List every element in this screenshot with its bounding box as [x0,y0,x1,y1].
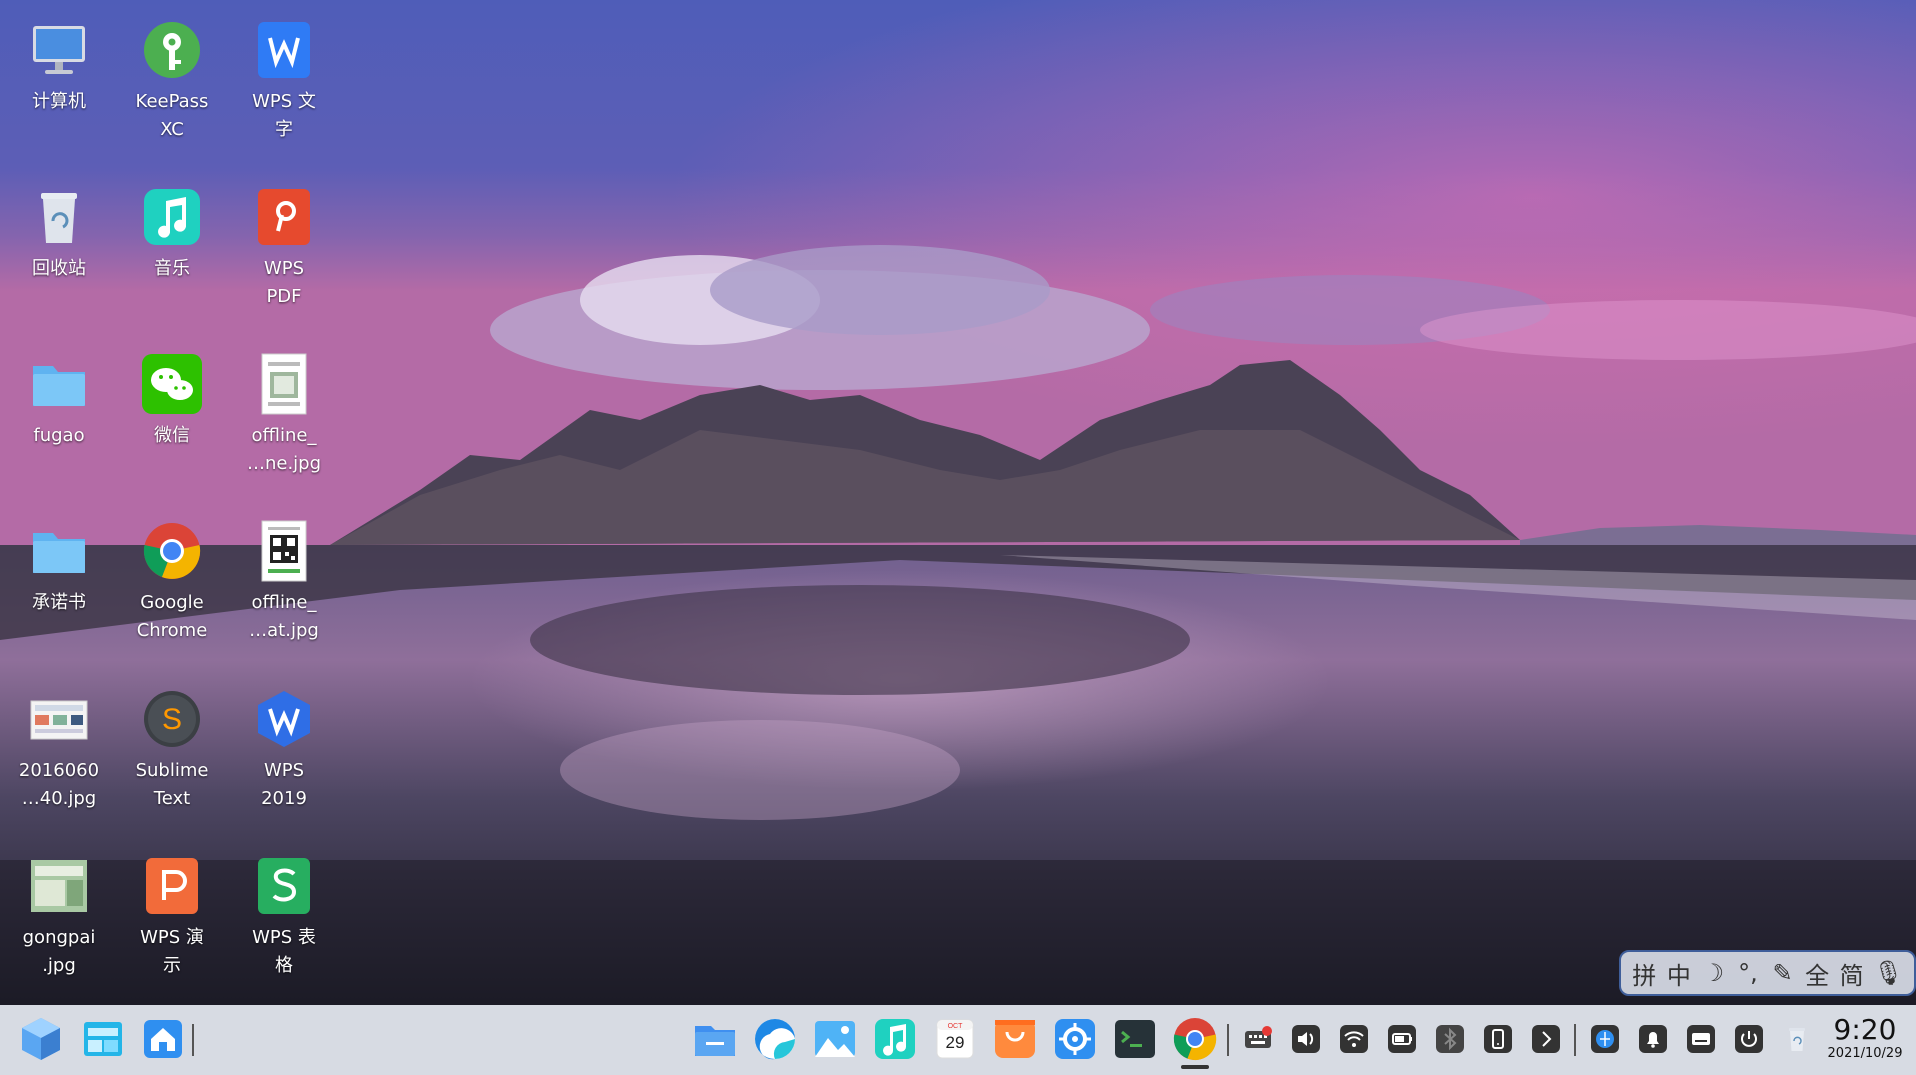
ime-handwriting-pen-icon[interactable]: ✎ [1770,959,1796,987]
desktop-icon-label: 计算机 [32,91,86,112]
desktop-icon-image-gongpai[interactable]: gongpai .jpg [3,854,115,980]
calendar-icon[interactable]: OCT 29 [930,1014,980,1064]
ime-punctuation-toggle[interactable]: °, [1735,959,1761,987]
desktop-icon-label: WPS 表 格 [252,927,316,976]
wps-pdf-icon [252,185,316,249]
desktop-icon-wechat[interactable]: 微信 [116,352,228,450]
bluetooth-icon[interactable] [1433,1022,1467,1056]
keepassxc-icon [140,18,204,82]
desktop-icon-image-offline-at[interactable]: offline_ …at.jpg [228,519,340,645]
desktop-icon-keepassxc[interactable]: KeePass XC [116,18,228,144]
desktop-icon-label: 回收站 [32,258,86,279]
desktop-icon-wps-2019[interactable]: WPS 2019 [228,687,340,813]
wps-writer-icon [252,18,316,82]
sublime-text-icon: S [140,687,204,751]
clock-date: 2021/10/29 [1827,1046,1903,1061]
desktop-icon-label: 音乐 [154,258,190,279]
music-icon [140,185,204,249]
desktop-icon-label: 承诺书 [32,592,86,613]
desktop-icon-sublime-text[interactable]: S Sublime Text [116,687,228,813]
terminal-icon[interactable] [1110,1014,1160,1064]
calendar-day-text: 29 [946,1033,965,1052]
folder-icon [27,519,91,583]
notification-bell-icon[interactable] [1636,1022,1670,1056]
multitask-view-icon[interactable] [78,1014,128,1064]
taskbar-separator [1574,1024,1576,1056]
folder-icon [27,352,91,416]
wps-2019-icon [252,687,316,751]
desktop-icon-label: WPS 2019 [261,760,307,809]
ime-simplified-toggle[interactable]: 简 [1839,956,1865,991]
power-icon[interactable] [1732,1022,1766,1056]
desktop-icon-label: 2016060 …40.jpg [18,760,100,809]
desktop-icon-label: KeePass XC [135,91,209,140]
chrome-active-indicator [1181,1065,1209,1069]
svg-text:S: S [162,703,182,736]
wechat-icon [140,352,204,416]
desktop-icon-wps-spreadsheet[interactable]: WPS 表 格 [228,854,340,980]
desktop-icon-image-offline-ne[interactable]: offline_ …ne.jpg [228,352,340,478]
taskbar-separator [192,1024,194,1056]
wps-presentation-icon [140,854,204,918]
ime-microphone-icon[interactable]: 🎙 [1873,959,1903,987]
desktop-icon-computer[interactable]: 计算机 [3,18,115,116]
network-globe-icon[interactable] [1588,1022,1622,1056]
desktop-icon-label: offline_ …ne.jpg [246,425,322,474]
taskbar-separator [1227,1024,1229,1056]
desktop-icon-label: WPS 演 示 [140,927,204,976]
image-viewer-icon[interactable] [810,1014,860,1064]
desktop-icon-music[interactable]: 音乐 [116,185,228,283]
taskbar-clock[interactable]: 9:20 2021/10/29 [1820,1015,1910,1063]
ime-chinese-mode[interactable]: 中 [1666,956,1692,991]
desktop-icon-image-2016060[interactable]: 2016060 …40.jpg [3,687,115,813]
taskbar: OCT 29 9:20 2021/10/29 [0,1005,1916,1075]
start-menu-icon[interactable] [16,1014,66,1064]
music-player-icon[interactable] [870,1014,920,1064]
desktop-icon-label: WPS PDF [263,258,305,307]
desktop-icon-trash[interactable]: 回收站 [3,185,115,283]
desktop-icon-label: gongpai .jpg [22,927,96,976]
desktop-icon-google-chrome[interactable]: Google Chrome [116,519,228,645]
wifi-icon[interactable] [1337,1022,1371,1056]
chevron-right-icon[interactable] [1529,1022,1563,1056]
ime-pinyin-toggle[interactable]: 拼 [1631,956,1657,991]
clock-time: 9:20 [1833,1013,1897,1046]
desktop-icon-wps-writer[interactable]: WPS 文 字 [228,18,340,144]
browser-icon[interactable] [750,1014,800,1064]
app-store-icon[interactable] [990,1014,1040,1064]
wps-spreadsheet-icon [252,854,316,918]
ime-theme-moon-icon[interactable]: ☽ [1700,959,1726,987]
qrcode-image-icon [252,519,316,583]
image-file-icon [252,352,316,416]
chrome-icon[interactable] [1170,1014,1220,1064]
desktop-icon-label: WPS 文 字 [252,91,316,140]
input-method-toolbar: 拼 中 ☽ °, ✎ 全 简 🎙 [1619,950,1916,996]
keyboard-input-icon[interactable] [1241,1022,1275,1056]
onscreen-keyboard-icon[interactable] [1684,1022,1718,1056]
battery-icon[interactable] [1385,1022,1419,1056]
desktop-icon-wps-pdf[interactable]: WPS PDF [228,185,340,311]
computer-icon [27,18,91,82]
desktop-icon-label: Google Chrome [136,592,208,641]
desktop-icon-label: offline_ …at.jpg [249,592,319,641]
home-folder-icon[interactable] [138,1014,188,1064]
desktop-icon-chengnuoshu-folder[interactable]: 承诺书 [3,519,115,617]
image-file-icon [27,854,91,918]
calendar-month-text: OCT [948,1023,964,1030]
ime-fullwidth-toggle[interactable]: 全 [1804,956,1830,991]
phone-icon[interactable] [1481,1022,1515,1056]
desktop-icon-label: 微信 [154,425,190,446]
settings-icon[interactable] [1050,1014,1100,1064]
desktop-icon-fugao-folder[interactable]: fugao [3,352,115,450]
trash-icon[interactable] [1780,1022,1814,1056]
trash-icon [27,185,91,249]
desktop-icon-label: fugao [33,425,85,446]
image-file-icon [27,687,91,751]
volume-icon[interactable] [1289,1022,1323,1056]
chrome-icon [140,519,204,583]
desktop-icon-label: Sublime Text [135,760,209,809]
file-manager-icon[interactable] [690,1014,740,1064]
desktop-icon-wps-presentation[interactable]: WPS 演 示 [116,854,228,980]
